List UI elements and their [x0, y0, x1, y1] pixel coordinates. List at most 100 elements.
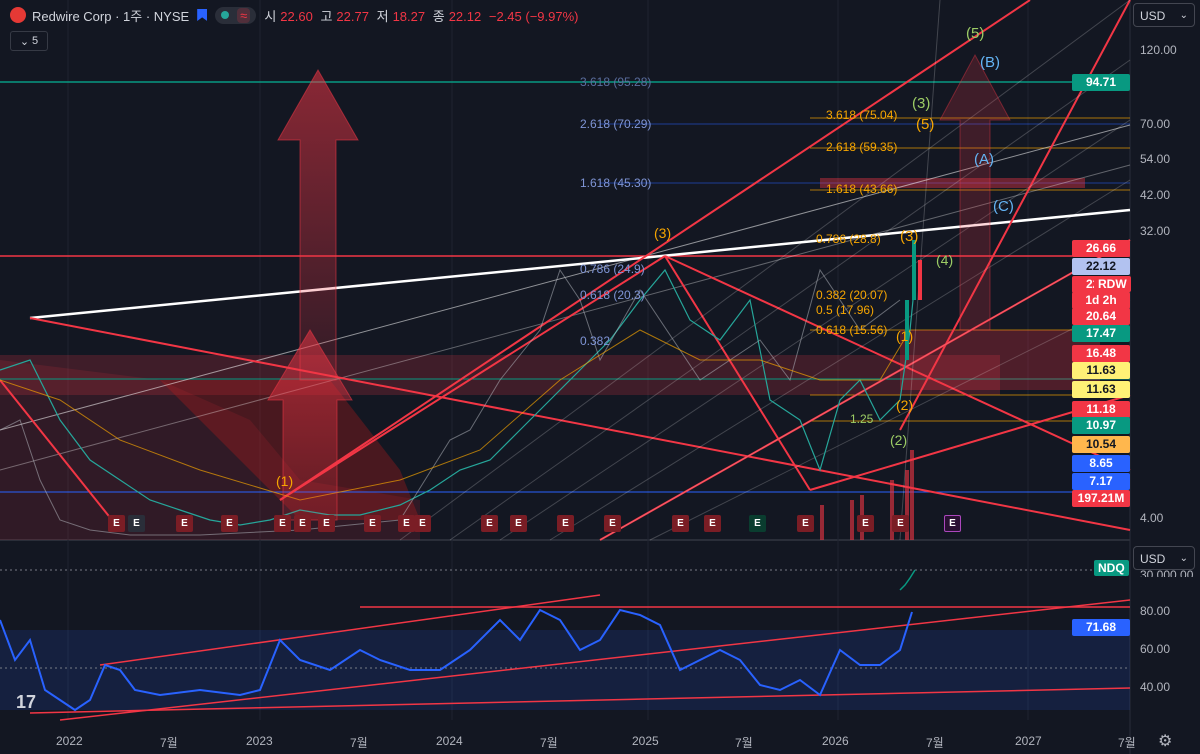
wave-label: (5)	[966, 25, 985, 42]
price-badge: 94.71	[1072, 74, 1130, 91]
time-tick: 2025	[632, 734, 659, 748]
fib-label: 0.618 (15.56)	[816, 323, 888, 337]
change-value: −2.45 (−9.97%)	[488, 8, 579, 24]
price-badge: 11.18	[1072, 401, 1130, 418]
wave-label: (C)	[993, 198, 1014, 215]
wave-label: (2)	[896, 397, 914, 413]
earnings-marker[interactable]: E	[398, 515, 415, 532]
earnings-marker[interactable]: E	[108, 515, 125, 532]
time-tick: 7월	[926, 736, 944, 750]
time-tick: 2027	[1015, 734, 1042, 748]
time-tick: 7월	[735, 736, 753, 750]
fib-label: 0.786 (24.9)	[580, 262, 645, 276]
price-badge: 20.64	[1072, 308, 1130, 325]
sub-axis-cut-value: 30,000.00	[1140, 568, 1194, 577]
fib-label: 0.786 (28.8)	[816, 232, 881, 246]
fib-label: 1.618 (45.30)	[580, 176, 652, 190]
price-badge: 1d 2h	[1072, 292, 1130, 309]
chevron-down-icon: ⌄	[19, 35, 30, 48]
fib-label: 0.618 (20.3)	[580, 288, 645, 302]
wave-label: (2)	[890, 432, 908, 448]
earnings-marker[interactable]: E	[892, 515, 909, 532]
price-badge: 11.63	[1072, 362, 1130, 379]
price-badge: 26.66	[1072, 240, 1130, 257]
earnings-marker[interactable]: E	[797, 515, 814, 532]
sub-tick: 40.00	[1140, 680, 1171, 694]
price-tick: 120.00	[1140, 43, 1177, 57]
earnings-marker[interactable]: E	[749, 515, 766, 532]
earnings-marker[interactable]: E	[274, 515, 291, 532]
sub-tick: 60.00	[1140, 642, 1171, 656]
earnings-marker[interactable]: E	[857, 515, 874, 532]
logo-icon	[10, 7, 26, 23]
wave-label: (B)	[980, 54, 1000, 71]
time-tick: 7월	[1118, 736, 1136, 750]
symbol-tag: RDW	[1094, 276, 1131, 292]
wave-label: (A)	[974, 151, 994, 168]
wave-label: (5)	[916, 116, 935, 133]
wave-label: (4)	[936, 252, 954, 268]
wave-label: (3)	[900, 228, 919, 245]
pane-toggle-button[interactable]: ⌄ 5	[10, 31, 48, 51]
earnings-marker[interactable]: E	[364, 515, 381, 532]
fib-label: 3.618 (75.04)	[826, 108, 898, 122]
fib-label: 0.5 (17.96)	[816, 303, 875, 317]
tradingview-logo-icon[interactable]: 17	[16, 692, 36, 713]
earnings-marker[interactable]: E	[221, 515, 238, 532]
ohlc-values: 시 22.60 고 22.77 저 18.27 종 22.12 −2.45 (−9.97…	[264, 8, 579, 24]
fib-label: 2.618 (70.29)	[580, 117, 652, 131]
price-badge: 11.63	[1072, 381, 1130, 398]
earnings-marker[interactable]: E	[704, 515, 721, 532]
time-tick: 7월	[540, 736, 558, 750]
earnings-marker[interactable]: E	[557, 515, 574, 532]
rsi-value-badge: 71.68	[1072, 619, 1130, 636]
price-tick: 70.00	[1140, 117, 1171, 131]
status-pill[interactable]: ≈	[215, 6, 257, 24]
fib-label: 1.618 (43.66)	[826, 182, 898, 196]
earnings-marker[interactable]: E	[176, 515, 193, 532]
wave-label: 1.25	[850, 412, 874, 426]
price-tick: 4.00	[1140, 511, 1164, 525]
earnings-marker[interactable]: E	[944, 515, 961, 532]
earnings-marker[interactable]: E	[481, 515, 498, 532]
wave-label: (3)	[654, 225, 672, 241]
price-tick: 54.00	[1140, 152, 1171, 166]
time-tick: 2024	[436, 734, 463, 748]
currency-select-sub[interactable]: USD ⌄	[1133, 546, 1195, 570]
wave-label: (3)	[912, 95, 931, 112]
wave-label: (1)	[896, 328, 914, 344]
time-tick: 2022	[56, 734, 83, 748]
price-badge: 16.48	[1072, 345, 1130, 362]
price-badge: 22.12	[1072, 258, 1130, 275]
earnings-marker[interactable]: E	[318, 515, 335, 532]
price-badge: 7.17	[1072, 473, 1130, 490]
currency-select[interactable]: USD ⌄	[1133, 3, 1195, 27]
price-badge: 10.97	[1072, 417, 1130, 434]
earnings-marker[interactable]: E	[604, 515, 621, 532]
time-tick: 2023	[246, 734, 273, 748]
chevron-down-icon: ⌄	[1179, 10, 1188, 21]
earnings-marker[interactable]: E	[672, 515, 689, 532]
price-badge: 8.65	[1072, 455, 1130, 472]
earnings-marker[interactable]: E	[510, 515, 527, 532]
symbol-title[interactable]: Redwire Corp · 1주 · NYSE	[32, 6, 189, 25]
wave-icon: ≈	[237, 7, 251, 23]
earnings-marker[interactable]: E	[414, 515, 431, 532]
price-badge: 197.21M	[1072, 490, 1130, 507]
fib-label: 0.382 (20.07)	[816, 288, 888, 302]
flag-icon[interactable]	[197, 9, 208, 21]
time-tick: 2026	[822, 734, 849, 748]
symbol-legend: Redwire Corp · 1주 · NYSE ≈ 시 22.60 고 22.77…	[10, 6, 583, 24]
ndq-tag: NDQ	[1094, 560, 1129, 576]
price-badge: 10.54	[1072, 436, 1130, 453]
earnings-marker[interactable]: E	[294, 515, 311, 532]
gear-icon[interactable]: ⚙	[1158, 731, 1172, 751]
fib-label: 3.618 (95.28)	[580, 75, 652, 89]
status-dot-icon	[221, 11, 230, 19]
time-tick: 7월	[350, 736, 368, 750]
price-badge: 17.47	[1072, 325, 1130, 342]
price-tick: 32.00	[1140, 224, 1171, 238]
earnings-marker[interactable]: E	[128, 515, 145, 532]
fib-label: 0.382	[580, 334, 611, 348]
main-chart-canvas[interactable]	[0, 0, 1200, 754]
